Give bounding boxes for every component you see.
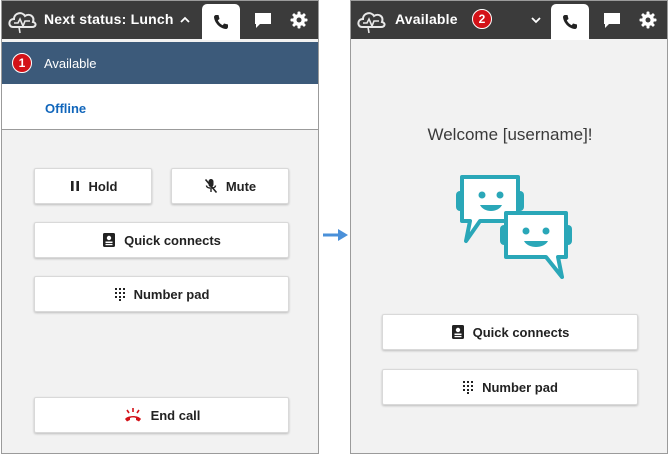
cloud-logo-icon <box>8 12 37 34</box>
tab-chat[interactable] <box>246 1 280 39</box>
tab-settings[interactable] <box>631 1 665 39</box>
gear-icon <box>290 11 308 29</box>
status-dropdown-label[interactable]: Available <box>395 11 458 27</box>
number-pad-label: Number pad <box>133 286 210 302</box>
status-dropdown-menu: Available 1 Offline <box>2 42 318 130</box>
number-pad-button[interactable]: Number pad <box>34 276 289 312</box>
quick-connects-label: Quick connects <box>124 232 221 248</box>
chevron-up-icon[interactable] <box>178 13 192 27</box>
chat-icon <box>604 13 620 28</box>
mute-button[interactable]: Mute <box>171 168 289 204</box>
ccp-panel-in-call: Next status: Lunch Available 1 Offline H… <box>1 0 319 454</box>
quick-connects-label: Quick connects <box>472 324 570 340</box>
dial-pad-icon <box>114 288 125 301</box>
dial-pad-icon <box>463 381 474 394</box>
phone-icon <box>563 15 577 29</box>
hold-button[interactable]: Hold <box>34 168 152 204</box>
chevron-down-icon[interactable] <box>529 13 543 27</box>
status-option-offline[interactable]: Offline <box>2 84 318 130</box>
top-bar: Available 2 <box>351 1 667 40</box>
right-arrow-icon <box>323 229 348 241</box>
top-bar: Next status: Lunch <box>2 1 318 40</box>
chat-icon <box>255 13 271 28</box>
tab-settings[interactable] <box>282 1 316 39</box>
step-badge: 1 <box>12 53 32 73</box>
ccp-panel-available: Available 2 Welcome [username]! Quick co… <box>350 0 668 454</box>
number-pad-button[interactable]: Number pad <box>382 369 638 405</box>
number-pad-label: Number pad <box>482 379 558 395</box>
step-badge: 2 <box>472 9 492 29</box>
mute-label: Mute <box>225 178 257 194</box>
status-option-label: Offline <box>45 101 87 116</box>
tab-chat[interactable] <box>595 1 629 39</box>
quick-connects-button[interactable]: Quick connects <box>382 314 638 350</box>
status-option-available[interactable]: Available <box>2 42 318 84</box>
contact-card-icon <box>451 325 464 339</box>
welcome-message: Welcome [username]! <box>427 125 593 144</box>
chat-bots-illustration <box>456 175 572 279</box>
tab-phone[interactable] <box>202 4 240 40</box>
status-dropdown-label[interactable]: Next status: Lunch <box>44 11 174 27</box>
contact-card-icon <box>103 233 116 247</box>
quick-connects-button[interactable]: Quick connects <box>34 222 289 258</box>
gear-icon <box>639 11 657 29</box>
hold-label: Hold <box>88 178 118 194</box>
end-call-button[interactable]: End call <box>34 397 289 433</box>
cloud-logo-icon <box>357 12 386 34</box>
end-call-icon <box>124 408 141 422</box>
status-option-label: Available <box>44 56 97 71</box>
tab-phone[interactable] <box>551 4 589 40</box>
phone-icon <box>214 15 228 29</box>
pause-icon <box>70 181 79 191</box>
mic-off-icon <box>204 178 217 194</box>
end-call-label: End call <box>150 407 201 423</box>
